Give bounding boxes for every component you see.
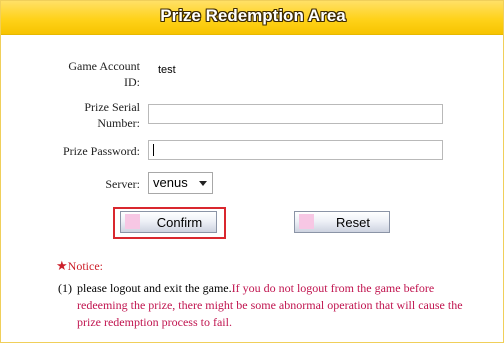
- chevron-down-icon: [199, 181, 207, 186]
- text-caret: [153, 144, 154, 156]
- password-input[interactable]: [148, 140, 443, 160]
- star-icon: ★: [56, 258, 68, 273]
- account-label: Game Account ID:: [68, 59, 140, 89]
- button-square-icon: [299, 214, 314, 229]
- reset-button[interactable]: Reset: [294, 211, 390, 233]
- notice-item-text: please logout and exit the game.If you d…: [77, 281, 463, 329]
- confirm-button[interactable]: Confirm: [120, 211, 217, 233]
- account-value: test: [158, 64, 176, 76]
- notice-heading: ★Notice:: [56, 258, 103, 273]
- button-square-icon: [125, 214, 140, 229]
- server-label: Server:: [105, 177, 140, 191]
- server-select[interactable]: venus: [148, 172, 213, 194]
- server-selected-value: venus: [153, 175, 188, 190]
- serial-number-input[interactable]: [148, 104, 443, 124]
- notice-item-number: (1): [58, 281, 72, 295]
- serial-label: Prize Serial Number:: [84, 100, 140, 130]
- password-label: Prize Password:: [63, 144, 140, 158]
- page-title: Prize Redemption Area: [160, 6, 346, 25]
- header-bar: Prize Redemption Area: [1, 1, 503, 35]
